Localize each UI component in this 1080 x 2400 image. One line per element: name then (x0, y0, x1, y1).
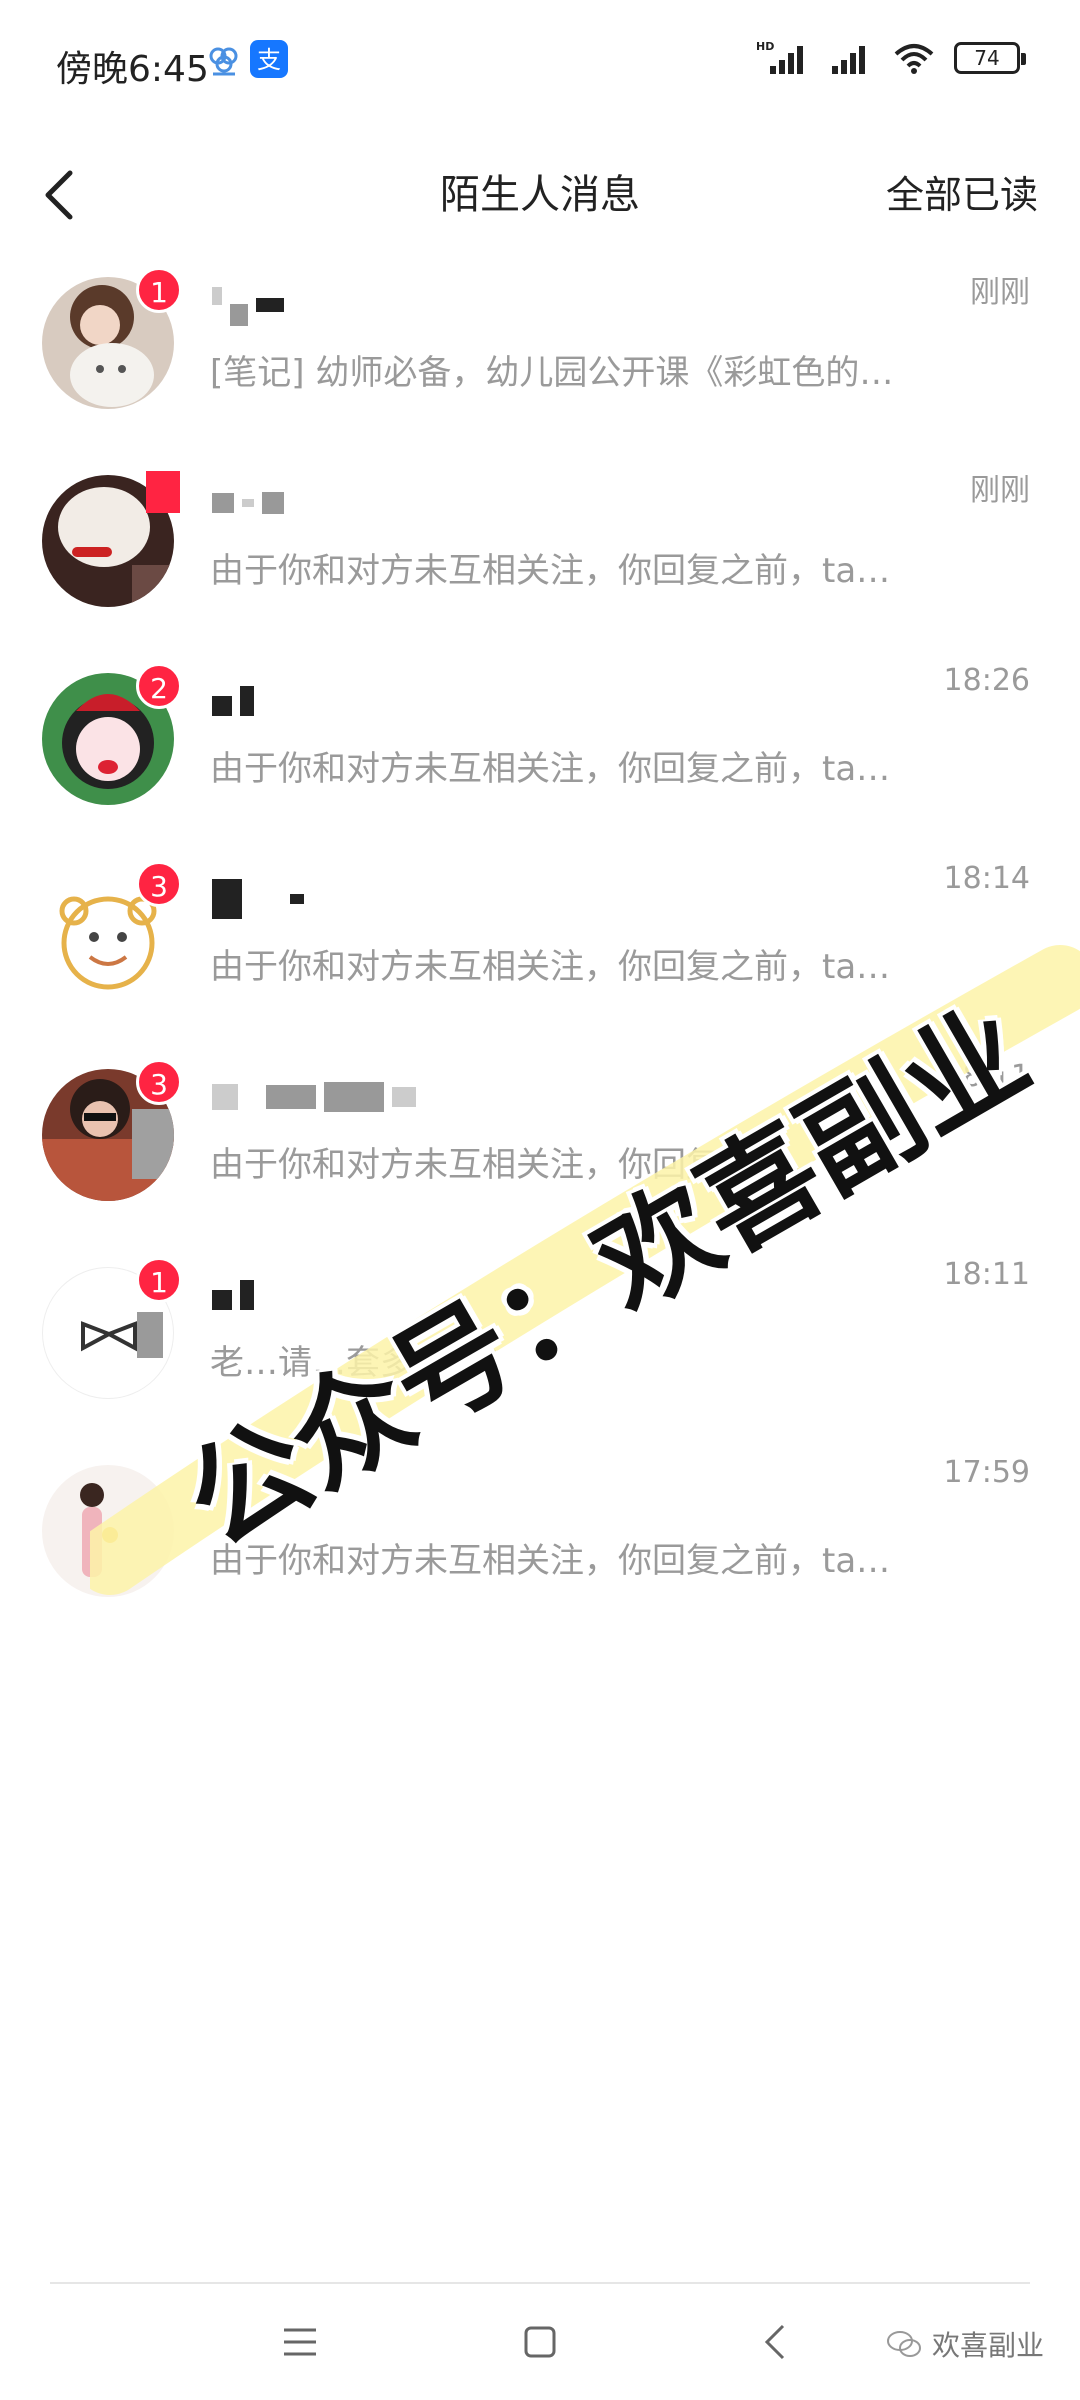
list-item[interactable]: 刚刚 由于你和对方未互相关注，你回复之前，ta… (0, 443, 1080, 641)
list-item[interactable]: 2 18:26 由于你和对方未互相关注，你回复之前，ta… (0, 641, 1080, 839)
battery-icon: 74 (954, 42, 1026, 74)
menu-icon (284, 2328, 316, 2356)
message-preview: [笔记] 幼师必备，幼儿园公开课《彩虹色的… (210, 353, 894, 393)
unread-badge: 3 (136, 861, 182, 907)
message-preview: 由于你和对方未互相关注，你回复之前，ta… (210, 1541, 891, 1581)
system-nav-bar: 欢喜副业 (0, 2284, 1080, 2400)
sender-name-redacted (212, 1275, 254, 1315)
message-time: 刚刚 (970, 473, 1030, 508)
wifi-icon (894, 44, 934, 74)
back-icon (764, 2324, 785, 2360)
status-icons: HD 74 (756, 40, 1026, 76)
list-item[interactable]: 17:59 由于你和对方未互相关注，你回复之前，ta… (0, 1433, 1080, 1631)
home-button[interactable] (480, 2284, 600, 2400)
message-preview: 由于你和对方未互相关注，你回复之前，ta… (210, 551, 891, 591)
status-bar: 傍晚6:45 支 HD 74 (0, 0, 1080, 120)
avatar (42, 1465, 174, 1597)
svg-text:支: 支 (257, 46, 281, 74)
sender-name-redacted (212, 879, 304, 919)
message-time: 18:26 (943, 663, 1030, 698)
message-time: 18:11 (943, 1257, 1030, 1292)
message-preview: 由于你和对方未互相关注，你回复之前，ta… (210, 947, 891, 987)
wechat-icon (886, 2331, 921, 2357)
unread-badge: 1 (136, 1257, 182, 1303)
menu-button[interactable] (240, 2284, 360, 2400)
message-preview: 由于你和对方未互相关注，你回复之前，ta… (210, 749, 891, 789)
unread-badge: 1 (136, 267, 182, 313)
svg-text:HD: HD (756, 40, 774, 53)
badge-redacted (146, 471, 180, 513)
hd-signal-icon: HD (756, 40, 803, 74)
message-time: 18:14 (943, 861, 1030, 896)
list-item[interactable]: 1 刚刚 [笔记] 幼师必备，幼儿园公开课《彩虹色的… (0, 245, 1080, 443)
unread-badge: 3 (136, 1059, 182, 1105)
wechat-label: 欢喜副业 (931, 2329, 1044, 2362)
sender-name-redacted (212, 1077, 416, 1117)
sender-name-redacted (212, 483, 284, 523)
sender-name-redacted (212, 681, 254, 721)
unread-badge: 2 (136, 663, 182, 709)
signal-icon (832, 46, 865, 74)
system-back-button[interactable] (715, 2284, 835, 2400)
battery-level: 74 (974, 46, 1000, 70)
status-time: 傍晚6:45 (56, 49, 209, 90)
message-time: 17:59 (943, 1455, 1030, 1490)
message-time: 刚刚 (970, 275, 1030, 310)
home-icon (524, 2326, 556, 2358)
alipay-icon: 支 (250, 40, 288, 78)
cloud-app-icon (209, 47, 238, 76)
wechat-watermark: 欢喜副业 (886, 2324, 1044, 2364)
sender-name-redacted (212, 285, 284, 326)
